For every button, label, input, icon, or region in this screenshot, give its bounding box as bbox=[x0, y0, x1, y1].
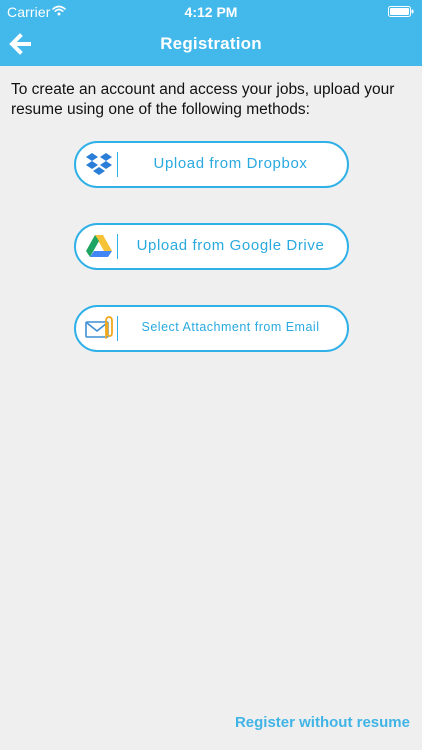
register-without-resume-link[interactable]: Register without resume bbox=[235, 714, 410, 731]
status-bar: Carrier 4:12 PM bbox=[0, 0, 422, 22]
registration-instructions: To create an account and access your job… bbox=[11, 81, 395, 118]
email-attachment-icon bbox=[85, 316, 113, 339]
navigation-bar: Registration bbox=[0, 22, 422, 66]
dropbox-icon bbox=[86, 153, 112, 175]
button-divider bbox=[117, 152, 118, 177]
select-attachment-from-email-label: Select Attachment from Email bbox=[141, 320, 320, 334]
upload-from-google-drive-button[interactable]: Upload from Google Drive bbox=[74, 223, 349, 270]
registration-screen: Carrier 4:12 PM Registration To create a… bbox=[0, 0, 422, 750]
app-header: Carrier 4:12 PM Registration bbox=[0, 0, 422, 66]
battery-icon bbox=[388, 6, 414, 17]
button-divider bbox=[117, 234, 118, 259]
upload-from-google-drive-label: Upload from Google Drive bbox=[136, 237, 325, 254]
page-title: Registration bbox=[160, 34, 262, 53]
upload-from-dropbox-button[interactable]: Upload from Dropbox bbox=[74, 141, 349, 188]
status-time: 4:12 PM bbox=[184, 4, 238, 20]
select-attachment-from-email-button[interactable]: Select Attachment from Email bbox=[74, 305, 349, 352]
google-drive-icon bbox=[86, 235, 112, 257]
button-divider bbox=[117, 316, 118, 341]
upload-from-dropbox-label: Upload from Dropbox bbox=[153, 155, 308, 172]
